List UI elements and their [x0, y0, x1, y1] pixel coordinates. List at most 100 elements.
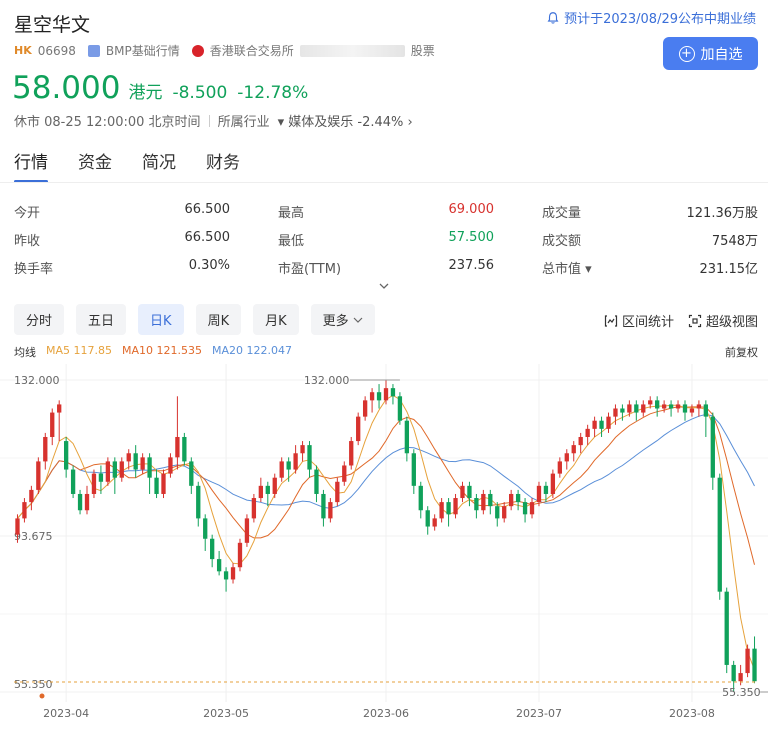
stat-pe: 市盈(TTM) 237.56: [278, 258, 494, 277]
candle-body: [453, 498, 458, 515]
candle-body: [293, 453, 298, 470]
stock-meta: HK 06698 BMP基础行情 香港联合交易所 股票: [14, 42, 435, 59]
ma10-value: MA10 121.535: [122, 344, 202, 357]
candle-body: [258, 485, 263, 499]
period-weekly-k[interactable]: 周K: [195, 304, 242, 335]
candle-body: [154, 477, 159, 494]
candle-body: [682, 404, 688, 413]
candle-body: [536, 485, 542, 503]
price-change: -8.500: [172, 83, 228, 103]
candle-body: [557, 461, 562, 474]
candle-body: [210, 538, 215, 560]
candle-body: [710, 416, 715, 478]
market-status: 休市 08-25 12:00:00 北京时间: [14, 115, 201, 130]
candle-body: [495, 506, 500, 519]
candle-body: [321, 493, 326, 519]
x-axis-label: 2023-05: [203, 707, 249, 720]
candle-body: [216, 559, 222, 572]
period-monthly-k[interactable]: 月K: [253, 304, 299, 335]
stat-turnover-rate: 换手率 0.30%: [14, 258, 230, 277]
candle-body: [29, 489, 34, 503]
redacted-area: [299, 44, 405, 57]
add-watchlist-button[interactable]: + 加自选: [663, 37, 758, 70]
candle-body: [196, 485, 201, 519]
stat-value: 66.500: [184, 229, 231, 245]
candle-body: [599, 420, 604, 429]
chevron-down-icon: [353, 317, 363, 323]
stat-label: 成交额: [542, 233, 582, 249]
candle-body: [648, 400, 653, 405]
candle-body: [543, 485, 549, 494]
tab-finance[interactable]: 财务: [206, 148, 240, 181]
kline-chart[interactable]: 132.000 93.675 55.350 132.000 55.350 2023-04 2…: [0, 364, 768, 731]
period-more-label: 更多: [322, 314, 349, 329]
stats-row: 今开 66.500 最高 69.000 成交量 121.36万股: [14, 197, 758, 225]
earnings-notice[interactable]: 预计于2023/08/29公布中期业绩: [546, 8, 756, 27]
candle-body: [168, 457, 173, 474]
candle-body: [613, 408, 618, 417]
candle-body: [717, 477, 722, 592]
candle-body: [655, 400, 660, 409]
interval-stats-button[interactable]: 区间统计: [604, 311, 674, 330]
tab-fund[interactable]: 资金: [78, 148, 112, 181]
stock-name: 星空华文: [14, 14, 91, 36]
candle-body: [133, 453, 138, 470]
tab-quote[interactable]: 行情: [14, 148, 48, 183]
period-intraday[interactable]: 分时: [14, 304, 65, 335]
tab-profile[interactable]: 简况: [142, 148, 176, 181]
interval-stats-label: 区间统计: [621, 315, 674, 330]
candle-body: [265, 485, 270, 494]
candle-body: [675, 404, 681, 409]
stat-label-text: 总市值: [542, 261, 582, 277]
period-5day[interactable]: 五日: [76, 304, 127, 335]
stat-turnover: 成交额 7548万: [542, 230, 758, 249]
candle-body: [362, 400, 368, 417]
bmp-label: BMP基础行情: [105, 44, 180, 58]
candle-body: [43, 436, 48, 462]
period-daily-k[interactable]: 日K: [138, 304, 184, 335]
adjust-selector[interactable]: 前复权: [725, 344, 758, 360]
y-axis-label: 93.675: [14, 530, 53, 543]
plus-circle-icon: +: [678, 45, 695, 62]
candle-body: [502, 506, 507, 519]
candle-body: [237, 542, 243, 568]
super-view-button[interactable]: 超级视图: [688, 311, 758, 330]
candle-body: [161, 473, 166, 494]
candle-body: [404, 420, 410, 454]
candle-body: [515, 493, 521, 503]
super-view-label: 超级视图: [705, 315, 758, 330]
candle-body: [286, 461, 291, 470]
candle-body: [349, 441, 354, 466]
stat-label: 总市值 ▾: [542, 261, 592, 277]
price-row: 58.000 港元 -8.500 -12.78%: [12, 70, 308, 106]
candle-body: [251, 498, 257, 519]
stat-label: 昨收: [14, 233, 41, 249]
period-more[interactable]: 更多: [310, 304, 375, 335]
candle-body: [460, 485, 465, 499]
stat-market-cap[interactable]: 总市值 ▾ 231.15亿: [542, 258, 758, 277]
candle-body: [689, 408, 695, 413]
candle-body: [105, 461, 111, 482]
stat-value: 7548万: [711, 233, 758, 249]
x-axis-label: 2023-06: [363, 707, 409, 720]
candle-body: [189, 461, 194, 486]
current-price: 58.000: [12, 70, 121, 106]
ma-legend: 均线 MA5 117.85 MA10 121.535 MA20 122.047: [14, 344, 292, 360]
candle-body: [314, 469, 319, 494]
chevron-down-icon[interactable]: [379, 281, 389, 291]
x-axis-label: 2023-08: [669, 707, 715, 720]
low-marker-label: 55.350: [722, 686, 761, 699]
candle-body: [522, 502, 528, 515]
exchange-suffix: 股票: [410, 44, 435, 58]
candle-body: [244, 518, 250, 543]
candle-body: [432, 518, 437, 527]
bell-icon: [547, 11, 559, 24]
industry-link[interactable]: ▾ 媒体及娱乐 -2.44% ›: [278, 111, 413, 130]
candle-body: [578, 436, 583, 446]
candle-body: [752, 648, 757, 682]
candle-body: [397, 396, 403, 421]
candle-body: [634, 404, 639, 413]
candle-body: [745, 648, 750, 674]
candle-body: [529, 502, 535, 515]
stat-value: 231.15亿: [699, 261, 759, 277]
